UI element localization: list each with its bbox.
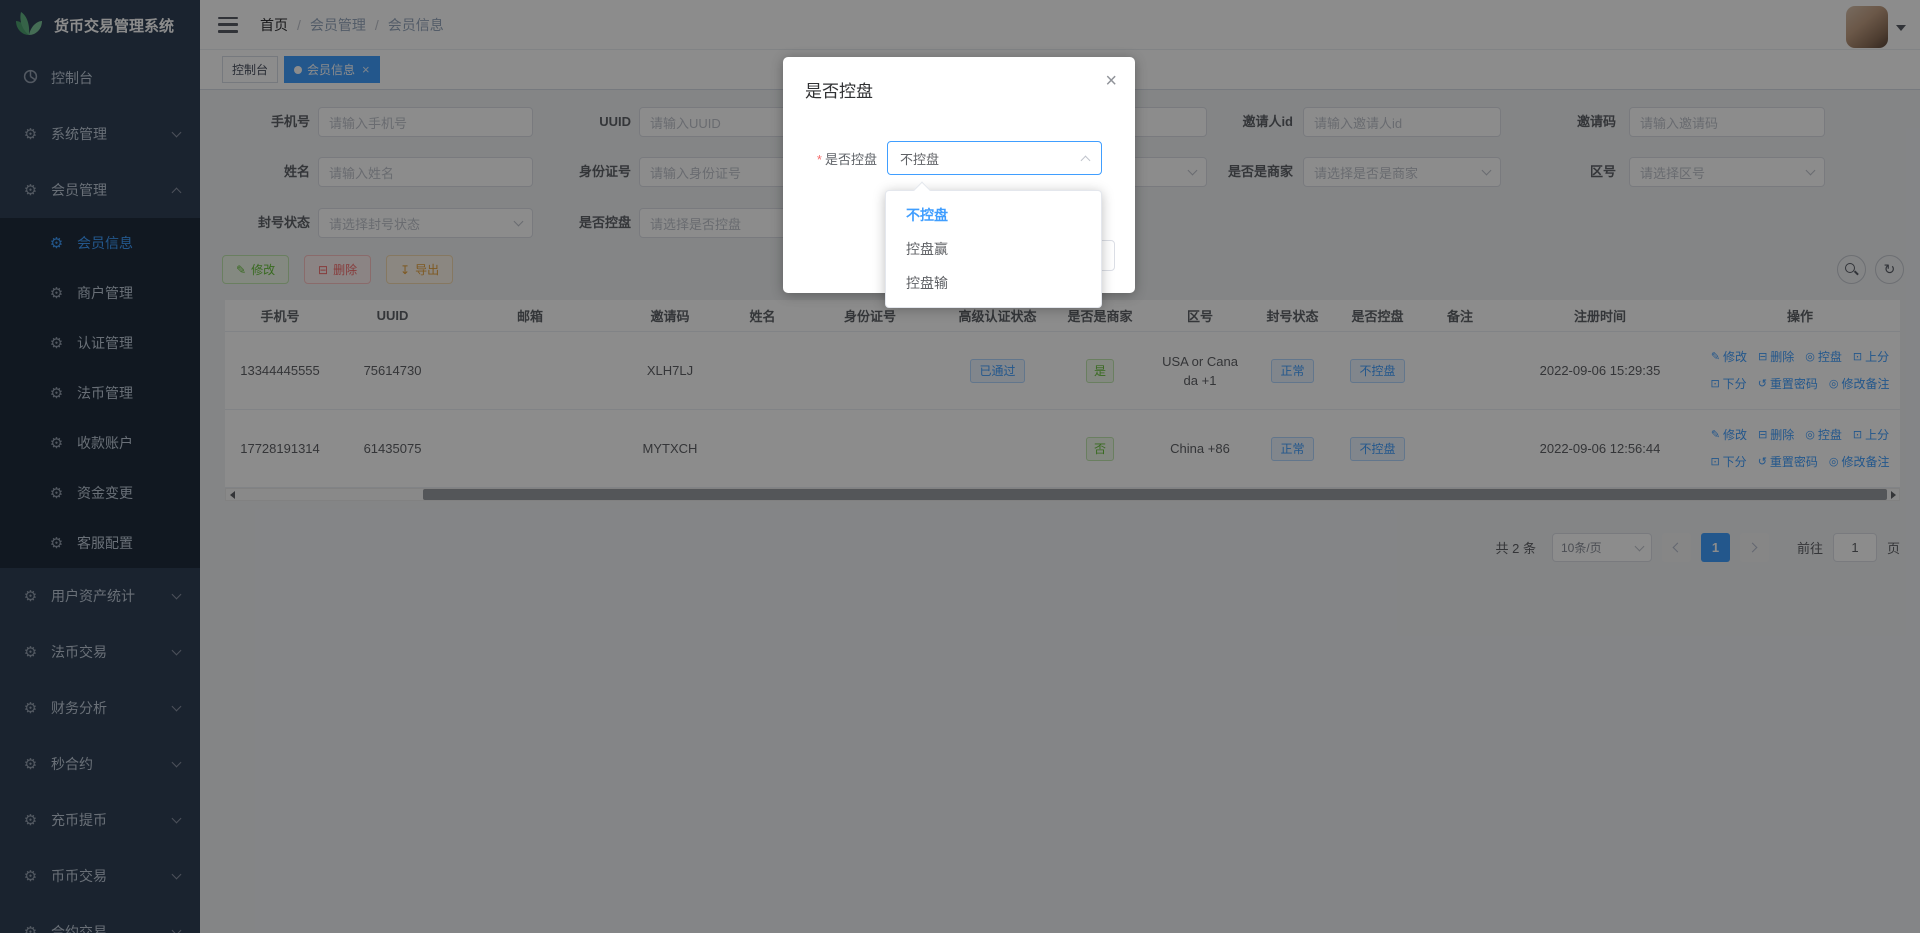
option-no-control[interactable]: 不控盘: [886, 198, 1101, 232]
dialog-title: 是否控盘: [805, 77, 873, 102]
required-mark: *: [817, 152, 822, 167]
app-root: 货币交易管理系统 控制台⚙系统管理⚙会员管理⚙会员信息⚙商户管理⚙认证管理⚙法币…: [0, 0, 1920, 933]
select-value: 不控盘: [900, 149, 939, 168]
dialog-field-label: *是否控盘: [783, 149, 877, 168]
control-dropdown: 不控盘 控盘赢 控盘输: [885, 190, 1102, 308]
control-select[interactable]: 不控盘: [887, 141, 1102, 175]
chevron-up-icon: [1081, 155, 1091, 165]
option-control-win[interactable]: 控盘赢: [886, 232, 1101, 266]
close-dialog-icon[interactable]: ×: [1105, 71, 1117, 91]
option-control-lose[interactable]: 控盘输: [886, 266, 1101, 300]
